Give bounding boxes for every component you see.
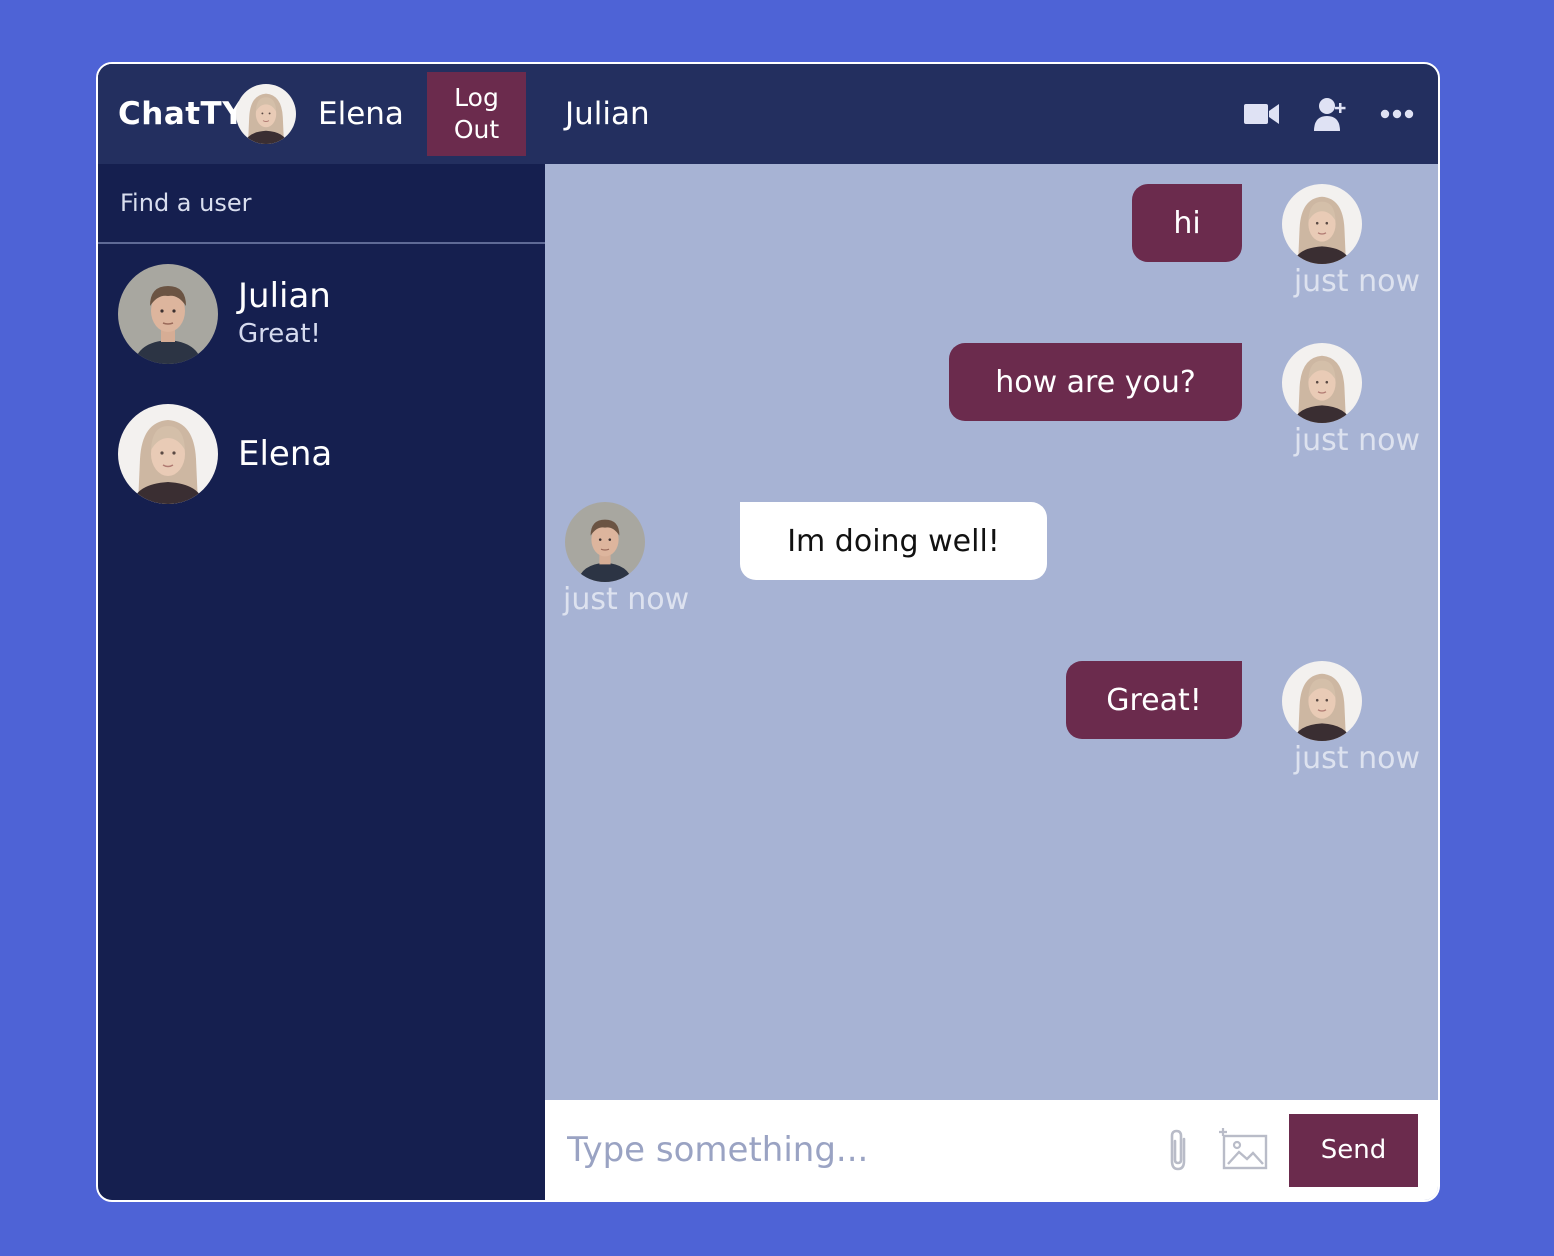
current-user: Elena [236,84,404,144]
contact-last-message: Great! [238,319,321,349]
avatar [118,404,218,504]
avatar [118,264,218,364]
message-input-bar: Send [545,1100,1438,1200]
current-user-name: Elena [318,96,404,132]
send-button[interactable]: Send [1289,1113,1418,1187]
search-input[interactable] [118,188,502,218]
chat-header: Julian [545,64,1438,164]
message-timestamp: just now [1293,264,1420,299]
message-avatar [1282,661,1362,741]
contact-info: Julian Great! [238,276,331,352]
sidebar: ChatTY Elena LogOut Julian Great! Elena [98,64,545,1200]
current-user-avatar [236,84,296,144]
message-timestamp: just now [1293,741,1420,776]
chat-app-window: ChatTY Elena LogOut Julian Great! Elena [96,62,1440,1202]
message-input[interactable] [565,1129,1165,1171]
message-avatar [565,502,645,582]
sidebar-navbar: ChatTY Elena Log Out [98,64,545,164]
contact-item-julian[interactable]: Julian Great! [98,244,545,384]
add-user-icon[interactable] [1314,97,1346,131]
contact-item-elena[interactable]: Elena [98,384,545,524]
message-bubble-owner: hi [1132,184,1242,262]
contact-name: Julian [238,276,331,316]
video-camera-icon[interactable] [1244,101,1280,127]
message-avatar [1282,184,1362,264]
chat-actions [1244,97,1414,131]
user-search [98,164,545,244]
paperclip-icon[interactable] [1165,1127,1193,1173]
message-avatar [1282,343,1362,423]
chat-panel: Julian hi just now how are you? just now… [545,64,1438,1200]
add-image-icon[interactable] [1219,1128,1269,1172]
more-options-icon[interactable] [1380,109,1414,119]
contact-name: Elena [238,434,333,474]
chat-title: Julian [565,96,650,132]
message-list: hi just now how are you? just now just n… [545,164,1438,1100]
message-bubble-owner: Great! [1066,661,1242,739]
input-actions [1165,1127,1269,1173]
message-timestamp: just now [1293,423,1420,458]
message-timestamp: just now [563,582,690,617]
contact-info: Elena [238,434,332,474]
app-logo: ChatTY [118,96,246,132]
message-bubble-owner: how are you? [949,343,1242,421]
logout-button[interactable]: Log Out [427,72,526,156]
message-bubble-other: Im doing well! [740,502,1047,580]
